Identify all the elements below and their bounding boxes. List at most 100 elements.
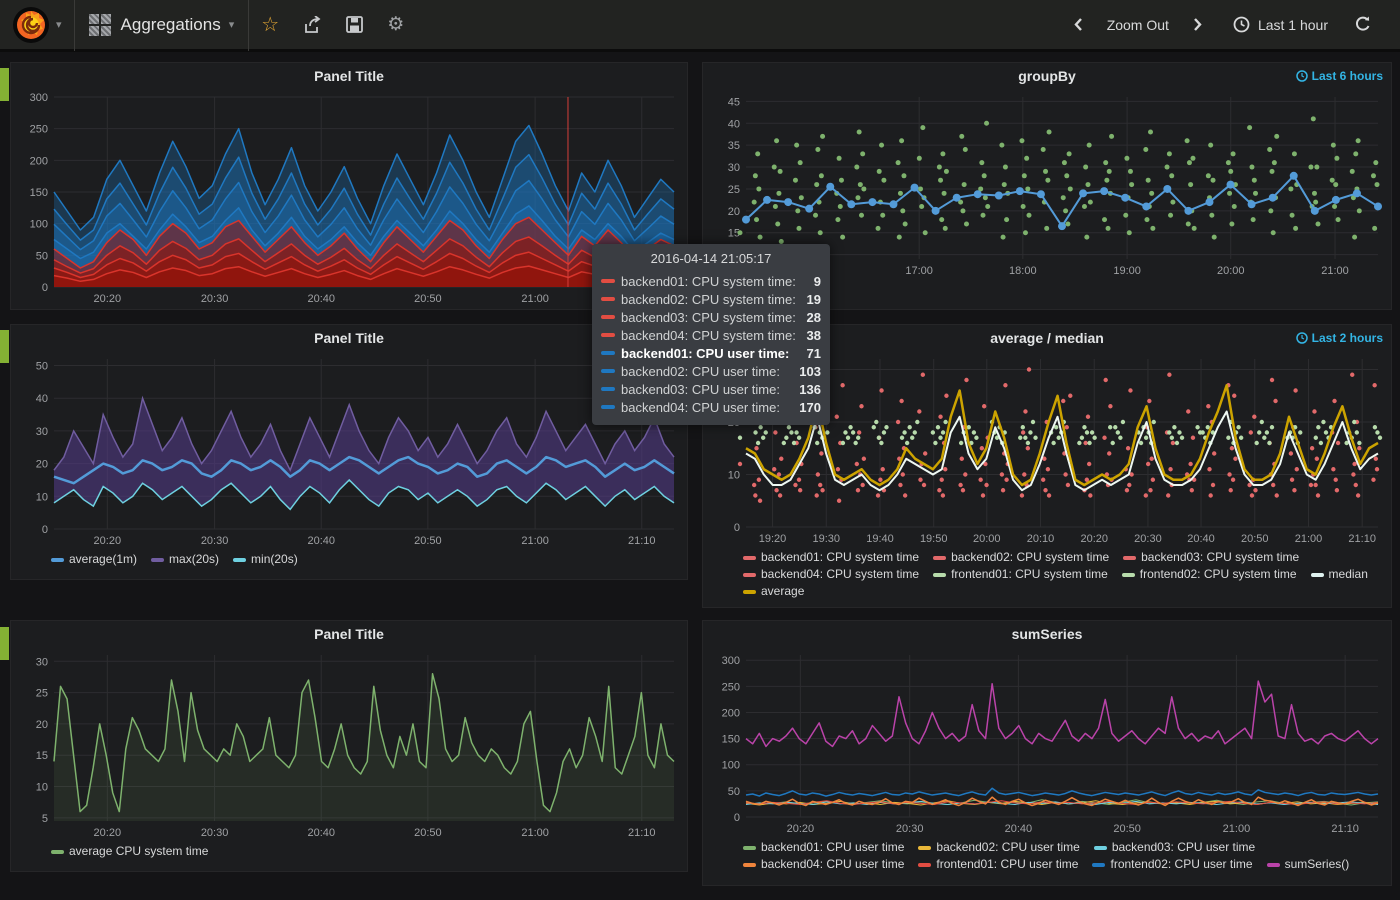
- svg-text:50: 50: [36, 361, 48, 373]
- svg-text:19:50: 19:50: [920, 533, 948, 545]
- svg-text:20:40: 20:40: [307, 293, 335, 305]
- zoom-out-button[interactable]: Zoom Out: [1107, 17, 1169, 33]
- time-picker-button[interactable]: [1233, 16, 1250, 33]
- tooltip-series-value: 28: [801, 310, 821, 325]
- row-toggle-strip[interactable]: [0, 627, 9, 660]
- svg-text:19:20: 19:20: [759, 533, 787, 545]
- time-range-label[interactable]: Last 1 hour: [1258, 17, 1328, 33]
- refresh-button[interactable]: [1354, 16, 1372, 33]
- svg-text:40: 40: [36, 393, 48, 405]
- legend-item[interactable]: sumSeries(): [1267, 856, 1350, 873]
- legend-item[interactable]: frontend02: CPU system time: [1122, 566, 1297, 583]
- svg-text:25: 25: [36, 688, 48, 700]
- legend-item[interactable]: backend01: CPU user time: [743, 839, 904, 856]
- legend-item[interactable]: max(20s): [151, 551, 219, 568]
- tooltip-series-label: backend01: CPU user time:: [621, 346, 801, 361]
- legend-item[interactable]: frontend01: CPU system time: [933, 566, 1108, 583]
- svg-text:45: 45: [728, 96, 740, 108]
- legend-item[interactable]: backend04: CPU user time: [743, 856, 904, 873]
- svg-text:20:50: 20:50: [1241, 533, 1269, 545]
- svg-text:21:10: 21:10: [628, 535, 656, 547]
- svg-text:20:30: 20:30: [1134, 533, 1162, 545]
- svg-text:30: 30: [36, 656, 48, 668]
- legend-item[interactable]: frontend01: CPU user time: [918, 856, 1078, 873]
- svg-text:21:00: 21:00: [521, 535, 549, 547]
- svg-text:25: 25: [728, 184, 740, 196]
- svg-text:20:20: 20:20: [94, 293, 122, 305]
- legend-label: frontend01: CPU system time: [951, 566, 1108, 583]
- svg-text:20:00: 20:00: [973, 533, 1001, 545]
- svg-text:21:00: 21:00: [1321, 265, 1349, 277]
- settings-button[interactable]: ⚙: [387, 13, 404, 36]
- share-icon: [303, 16, 322, 34]
- panel-title[interactable]: sumSeries: [1012, 626, 1083, 642]
- svg-text:300: 300: [722, 655, 740, 667]
- legend-swatch: [51, 558, 64, 562]
- legend-item[interactable]: average CPU system time: [51, 843, 208, 860]
- panel-title[interactable]: Panel Title: [314, 626, 384, 642]
- legend-item[interactable]: backend02: CPU user time: [918, 839, 1079, 856]
- tooltip-row: backend01: CPU system time:9: [601, 272, 821, 290]
- chart-cpu-stacked[interactable]: 05010015020025030020:2020:3020:4020:5021…: [16, 89, 684, 307]
- star-button[interactable]: ☆: [261, 15, 279, 35]
- svg-text:20:20: 20:20: [1080, 533, 1108, 545]
- tooltip-swatch: [601, 333, 615, 337]
- legend-swatch: [1311, 573, 1324, 577]
- chart-average-cpu[interactable]: 5101520253020:2020:3020:4020:5021:0021:1…: [16, 647, 684, 841]
- tooltip-rows: backend01: CPU system time:9backend02: C…: [601, 272, 821, 416]
- legend: backend01: CPU user time backend02: CPU u…: [703, 837, 1391, 873]
- panel-title[interactable]: Panel Title: [314, 68, 384, 84]
- svg-text:150: 150: [30, 187, 48, 199]
- tooltip-series-value: 136: [793, 382, 821, 397]
- legend-item[interactable]: average: [743, 583, 804, 600]
- legend-item[interactable]: backend04: CPU system time: [743, 566, 919, 583]
- legend-item[interactable]: backend03: CPU system time: [1123, 549, 1299, 566]
- panel-title[interactable]: average / median: [990, 330, 1104, 346]
- svg-text:200: 200: [722, 707, 740, 719]
- save-button[interactable]: [346, 16, 363, 33]
- chart-sumseries[interactable]: 05010015020025030020:2020:3020:4020:5021…: [708, 647, 1388, 837]
- time-override-badge[interactable]: Last 6 hours: [1296, 69, 1383, 83]
- legend-item[interactable]: backend01: CPU system time: [743, 549, 919, 566]
- share-button[interactable]: [303, 16, 322, 34]
- panel-title[interactable]: Panel Title: [314, 330, 384, 346]
- legend-swatch: [933, 573, 946, 577]
- legend-label: backend04: CPU system time: [761, 566, 919, 583]
- legend: average(1m) max(20s) min(20s): [11, 549, 687, 568]
- dashboard-picker[interactable]: Aggregations ▾: [75, 0, 249, 51]
- legend-item[interactable]: min(20s): [233, 551, 298, 568]
- tooltip-swatch: [601, 369, 615, 373]
- tooltip-series-label: backend01: CPU system time:: [621, 274, 808, 289]
- panel-title[interactable]: groupBy: [1018, 68, 1076, 84]
- row-toggle-strip[interactable]: [0, 68, 9, 101]
- svg-text:40: 40: [728, 118, 740, 130]
- legend-swatch: [743, 556, 756, 560]
- legend-swatch: [743, 590, 756, 594]
- legend-label: sumSeries(): [1285, 856, 1350, 873]
- chart-avg-max-min[interactable]: 0102030405020:2020:3020:4020:5021:0021:1…: [16, 351, 684, 549]
- legend-swatch: [1094, 846, 1107, 850]
- tooltip-timestamp: 2016-04-14 21:05:17: [601, 251, 821, 266]
- svg-text:20: 20: [36, 719, 48, 731]
- legend-item[interactable]: backend02: CPU system time: [933, 549, 1109, 566]
- legend-item[interactable]: median: [1311, 566, 1368, 583]
- legend: backend01: CPU system time backend02: CPU…: [703, 547, 1391, 600]
- legend-label: min(20s): [251, 551, 298, 568]
- svg-text:200: 200: [30, 155, 48, 167]
- svg-text:20: 20: [728, 206, 740, 218]
- time-override-badge[interactable]: Last 2 hours: [1296, 331, 1383, 345]
- row-toggle-strip[interactable]: [0, 330, 9, 363]
- svg-text:19:40: 19:40: [866, 533, 894, 545]
- refresh-icon: [1354, 16, 1372, 33]
- shift-left-button[interactable]: [1073, 17, 1083, 32]
- legend-item[interactable]: backend03: CPU user time: [1094, 839, 1255, 856]
- legend-label: average CPU system time: [69, 843, 208, 860]
- grafana-logo-menu[interactable]: ▾: [0, 6, 74, 44]
- legend-item[interactable]: frontend02: CPU user time: [1092, 856, 1252, 873]
- panel-middle-left: Panel Title 0102030405020:2020:3020:4020…: [10, 324, 688, 580]
- svg-text:5: 5: [42, 813, 48, 825]
- shift-right-button[interactable]: [1193, 17, 1203, 32]
- svg-text:21:00: 21:00: [521, 827, 549, 839]
- legend-item[interactable]: average(1m): [51, 551, 137, 568]
- tooltip-row: backend03: CPU system time:28: [601, 308, 821, 326]
